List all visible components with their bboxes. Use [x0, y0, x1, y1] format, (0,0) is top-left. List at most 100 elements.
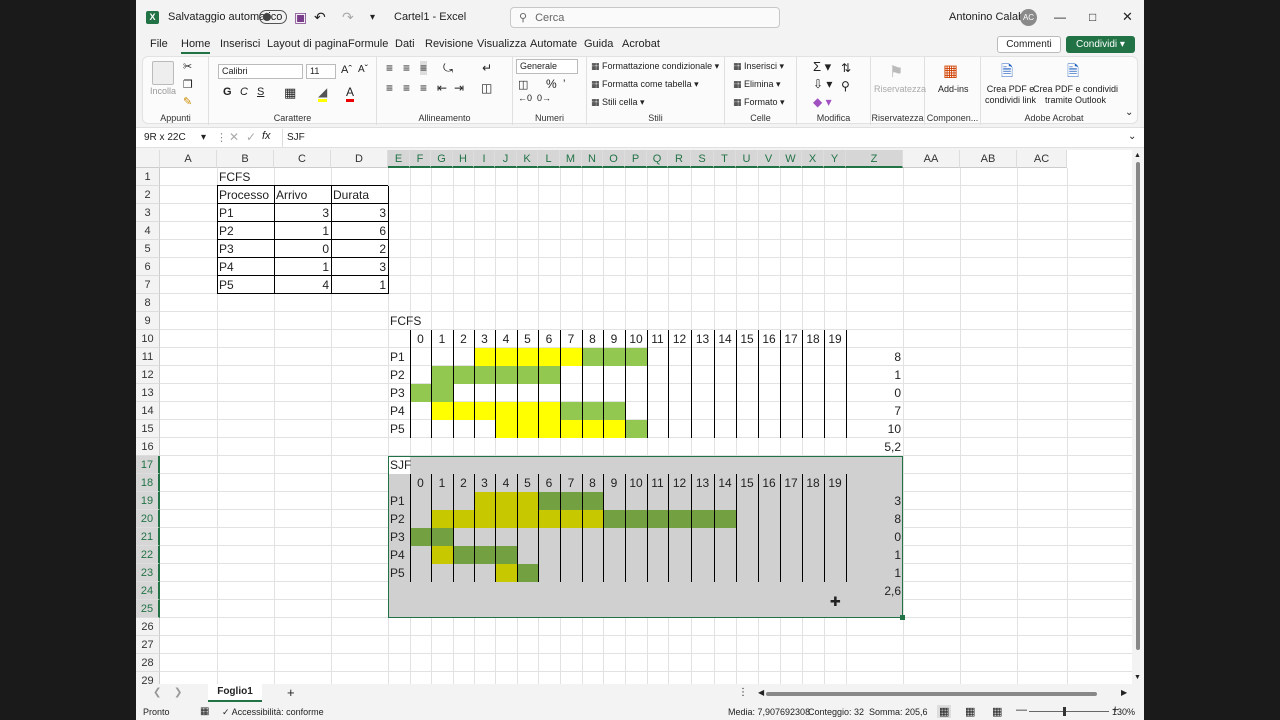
table-cell-arrival[interactable]: 1 [276, 258, 329, 276]
tab-home[interactable]: Home [181, 38, 211, 54]
sjf-tick-label[interactable]: 3 [476, 474, 493, 492]
fcfs-process-label[interactable]: P3 [390, 384, 408, 402]
pdf-link-icon[interactable]: 🗎 [1001, 61, 1013, 86]
expand-formula-icon[interactable]: ⌄ [1128, 131, 1136, 142]
sjf-tick-label[interactable]: 9 [605, 474, 623, 492]
column-header[interactable]: M [560, 150, 582, 168]
sjf-process-label[interactable]: P1 [390, 492, 408, 510]
tab-help[interactable]: Guida [584, 38, 613, 50]
column-header[interactable]: AA [903, 150, 960, 168]
sjf-process-label[interactable]: P2 [390, 510, 408, 528]
table-cell-process[interactable]: P5 [219, 276, 272, 294]
align-right-icon[interactable]: ≡ [420, 81, 427, 95]
save-icon[interactable]: ▣ [294, 0, 307, 34]
avatar[interactable]: AC [1020, 0, 1037, 34]
wrap-text-icon[interactable]: ↵ [482, 61, 492, 75]
sjf-tick-label[interactable]: 4 [497, 474, 515, 492]
indent-increase-icon[interactable]: ⇥ [454, 81, 464, 95]
column-header[interactable]: X [802, 150, 824, 168]
formula-input[interactable]: SJF [282, 129, 1122, 147]
number-format-field[interactable]: Generale [516, 59, 578, 74]
maximize-icon[interactable]: □ [1089, 0, 1096, 34]
page-layout-view-icon[interactable]: ▦ [965, 705, 975, 718]
column-header[interactable]: P [625, 150, 647, 168]
percent-icon[interactable]: % [546, 77, 557, 91]
fcfs-tick-label[interactable]: 5 [519, 330, 536, 348]
sjf-tick-label[interactable]: 11 [649, 474, 666, 492]
tab-acrobat[interactable]: Acrobat [622, 38, 660, 50]
row-header[interactable]: 28 [136, 654, 160, 672]
tab-formulas[interactable]: Formule [348, 38, 388, 50]
sjf-tick-label[interactable]: 16 [760, 474, 778, 492]
format-table-button[interactable]: ▦ Formatta come tabella ▾ [591, 79, 699, 90]
row-header[interactable]: 9 [136, 312, 160, 330]
privacy-icon[interactable]: ⚑ [889, 62, 903, 82]
accessibility-status[interactable]: ✓ Accessibilità: conforme [222, 707, 324, 718]
prev-sheet-icon[interactable]: ❮ [153, 687, 161, 698]
row-header[interactable]: 25 [136, 600, 160, 618]
zoom-out-icon[interactable]: — [1016, 704, 1027, 716]
fcfs-wait-value[interactable]: 0 [848, 384, 901, 402]
column-header[interactable]: A [160, 150, 217, 168]
sjf-wait-value[interactable]: 1 [848, 564, 901, 582]
fcfs-process-label[interactable]: P2 [390, 366, 408, 384]
font-name-field[interactable]: Calibri [218, 64, 303, 79]
table-header[interactable]: Arrivo [276, 186, 329, 204]
sort-filter-icon[interactable]: ⇅ [841, 61, 851, 75]
row-header[interactable]: 21 [136, 528, 160, 546]
row-header[interactable]: 27 [136, 636, 160, 654]
row-header[interactable]: 14 [136, 402, 160, 420]
page-break-view-icon[interactable]: ▦ [992, 705, 1002, 718]
sjf-tick-label[interactable]: 8 [584, 474, 601, 492]
fcfs-wait-value[interactable]: 7 [848, 402, 901, 420]
align-middle-icon[interactable]: ≡ [403, 61, 410, 75]
sjf-wait-value[interactable]: 0 [848, 528, 901, 546]
column-header[interactable]: F [410, 150, 431, 168]
currency-icon[interactable]: ◫ [518, 78, 528, 91]
sjf-tick-label[interactable]: 19 [826, 474, 844, 492]
sjf-tick-label[interactable]: 10 [627, 474, 645, 492]
close-icon[interactable]: ✕ [1122, 0, 1133, 34]
row-header[interactable]: 12 [136, 366, 160, 384]
column-header[interactable]: W [780, 150, 802, 168]
column-header[interactable]: AB [960, 150, 1017, 168]
sjf-average[interactable]: 2,6 [848, 582, 901, 600]
fcfs-wait-value[interactable]: 10 [848, 420, 901, 438]
fill-handle[interactable] [900, 615, 905, 620]
row-header[interactable]: 17 [136, 456, 160, 474]
fcfs-tick-label[interactable]: 7 [562, 330, 580, 348]
sheet-tab-foglio1[interactable]: Foglio1 [208, 684, 262, 702]
vertical-scroll-thumb[interactable] [1136, 162, 1140, 650]
delete-cells-button[interactable]: ▦ Elimina ▾ [733, 79, 781, 90]
fcfs-tick-label[interactable]: 2 [455, 330, 472, 348]
column-header[interactable]: J [495, 150, 517, 168]
fcfs-tick-label[interactable]: 16 [760, 330, 778, 348]
row-header[interactable]: 26 [136, 618, 160, 636]
table-header[interactable]: Durata [333, 186, 386, 204]
column-header[interactable]: I [474, 150, 495, 168]
underline-icon[interactable]: S [257, 86, 264, 98]
fcfs-tick-label[interactable]: 8 [584, 330, 601, 348]
fcfs-tick-label[interactable]: 1 [433, 330, 451, 348]
row-header[interactable]: 15 [136, 420, 160, 438]
cancel-icon[interactable]: ✕ [229, 130, 239, 144]
horizontal-scrollbar[interactable] [766, 692, 1097, 696]
ribbon-collapse-icon[interactable]: ⌄ [1125, 107, 1133, 118]
addins-icon[interactable]: ▦ [943, 61, 958, 81]
sjf-tick-label[interactable]: 15 [738, 474, 756, 492]
fcfs-process-label[interactable]: P5 [390, 420, 408, 438]
fcfs-title[interactable]: FCFS [390, 312, 421, 330]
row-header[interactable]: 6 [136, 258, 160, 276]
sjf-tick-label[interactable]: 6 [540, 474, 558, 492]
table-cell-duration[interactable]: 6 [333, 222, 386, 240]
row-header[interactable]: 5 [136, 240, 160, 258]
format-cells-button[interactable]: ▦ Formato ▾ [733, 97, 785, 108]
sjf-wait-value[interactable]: 3 [848, 492, 901, 510]
tab-data[interactable]: Dati [395, 38, 415, 50]
row-header[interactable]: 18 [136, 474, 160, 492]
sjf-wait-value[interactable]: 8 [848, 510, 901, 528]
sjf-tick-label[interactable]: 7 [562, 474, 580, 492]
next-sheet-icon[interactable]: ❯ [174, 687, 182, 698]
font-color-icon[interactable]: A [346, 85, 355, 102]
column-header[interactable]: V [758, 150, 780, 168]
